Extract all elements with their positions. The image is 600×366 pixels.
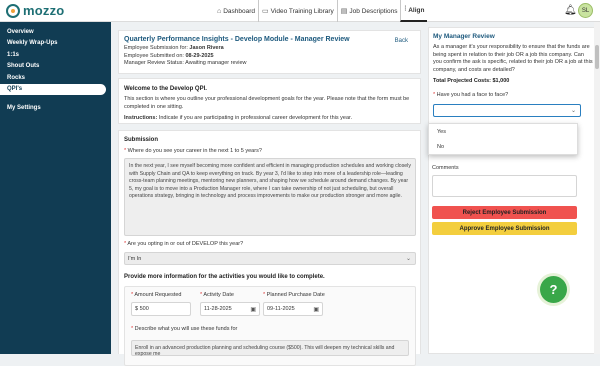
total-projected-costs: Total Projected Costs: $1,000 — [433, 78, 510, 84]
submitted-on-label: Employee Submitted on: — [124, 52, 184, 59]
review-text: As a manager it's your responsibility to… — [433, 44, 593, 73]
sidebar-item-qpis[interactable]: QPI's — [0, 83, 106, 95]
nav-video-training-library[interactable]: ▭ Video Training Library — [258, 0, 337, 22]
face-to-face-dropdown-menu: Yes No — [428, 123, 578, 155]
option-no[interactable]: No — [429, 139, 577, 154]
intro-card: Welcome to the Develop QPI. This section… — [118, 78, 421, 124]
calendar-icon[interactable]: ▣ — [250, 306, 256, 313]
scrollbar[interactable] — [594, 22, 600, 354]
nav-align-label: Align — [408, 6, 425, 14]
submission-heading: Submission — [124, 137, 159, 143]
calendar-icon[interactable]: ▣ — [313, 306, 319, 313]
bell-icon[interactable]: 🔔︎ — [564, 5, 577, 16]
amount-input[interactable]: $ 500 — [131, 302, 191, 316]
reject-submission-button[interactable]: Reject Employee Submission — [432, 206, 577, 219]
sidebar-item-overview[interactable]: Overview — [0, 26, 111, 38]
document-icon: ▤ — [340, 8, 348, 15]
face-to-face-question: * Have you had a face to face? — [433, 92, 509, 98]
instructions-label: Instructions: — [124, 115, 158, 121]
activity-date-label: * Activity Date — [200, 292, 234, 298]
submitted-on-date: 08-29-2025 — [185, 52, 214, 59]
nav-dashboard[interactable]: ⌂ Dashboard — [214, 0, 258, 22]
help-icon[interactable]: ? — [540, 276, 567, 303]
nav-dashboard-label: Dashboard — [223, 7, 256, 15]
purchase-date-input[interactable]: 09-11-2025 ▣ — [263, 302, 323, 316]
comments-label: Comments — [432, 165, 459, 171]
career-question: * Where do you see your career in the ne… — [124, 148, 262, 154]
face-to-face-question-text: Have you had a face to face? — [436, 92, 509, 98]
home-icon: ⌂ — [217, 7, 222, 15]
video-icon: ▭ — [262, 8, 269, 15]
sidebar-item-my-settings[interactable]: My Settings — [0, 102, 111, 114]
option-yes[interactable]: Yes — [429, 124, 577, 139]
intro-text: This section is where you outline your p… — [124, 96, 410, 110]
align-icon: ⫶ — [404, 6, 407, 13]
opt-select: I'm In ⌄ — [124, 252, 416, 265]
face-to-face-select[interactable]: ⌄ — [433, 104, 581, 117]
activity-date-input[interactable]: 11-28-2025 ▣ — [200, 302, 260, 316]
app-logo[interactable]: mozzo — [6, 3, 64, 18]
amount-label: * Amount Requested — [131, 292, 182, 298]
intro-instructions: Instructions: Indicate if you are partic… — [124, 115, 415, 123]
submission-for-label: Employee Submission for: — [124, 45, 188, 51]
avatar[interactable]: SL — [578, 3, 593, 18]
sidebar-item-weekly-wrap-ups[interactable]: Weekly Wrap-Ups — [0, 38, 111, 50]
purchase-date-value: 09-11-2025 — [267, 306, 295, 312]
activity-panel: * Amount Requested * Activity Date * Pla… — [124, 286, 416, 366]
opt-select-value: I'm In — [128, 255, 142, 262]
header-card: Quarterly Performance Insights - Develop… — [118, 30, 421, 74]
nav-video-label: Video Training Library — [270, 7, 334, 15]
describe-label: * Describe what you will use these funds… — [131, 326, 238, 332]
nav-job-descriptions[interactable]: ▤ Job Descriptions — [336, 0, 401, 22]
review-title: My Manager Review — [433, 33, 495, 40]
top-nav: ⌂ Dashboard ▭ Video Training Library ▤ Job … — [214, 0, 428, 22]
scrollbar-thumb[interactable] — [595, 45, 599, 69]
nav-job-label: Job Descriptions — [349, 7, 398, 15]
sidebar: Overview Weekly Wrap-Ups 1:1s Shout Outs… — [0, 22, 111, 354]
chevron-down-icon: ⌄ — [405, 256, 411, 262]
opt-question: * Are you opting in or out of DEVELOP th… — [124, 241, 244, 247]
submission-card: Submission * Where do you see your caree… — [118, 130, 421, 366]
opt-question-text: Are you opting in or out of DEVELOP this… — [127, 241, 244, 247]
status-value: Awaiting manager review — [185, 60, 247, 66]
sidebar-item-shout-outs[interactable]: Shout Outs — [0, 61, 111, 73]
logo-text: mozzo — [23, 3, 65, 18]
comments-textarea[interactable] — [432, 175, 577, 197]
activity-date-value: 11-28-2025 — [204, 306, 232, 312]
chevron-down-icon: ⌄ — [570, 108, 576, 114]
instructions-text: Indicate if you are participating in pro… — [158, 115, 353, 121]
nav-align[interactable]: ⫶ Align — [400, 0, 428, 22]
career-answer-textarea: In the next year, I see myself becoming … — [124, 158, 416, 236]
submission-meta: Employee Submission for: Jason Rivera Em… — [124, 45, 415, 68]
back-link[interactable]: Back — [395, 38, 408, 44]
page-title: Quarterly Performance Insights - Develop… — [124, 36, 350, 43]
top-bar: mozzo ⌂ Dashboard ▭ Video Training Library… — [0, 0, 600, 22]
intro-heading: Welcome to the Develop QPI. — [124, 86, 207, 92]
sidebar-item-one-on-ones[interactable]: 1:1s — [0, 49, 111, 61]
purchase-date-label: * Planned Purchase Date — [263, 292, 325, 298]
sidebar-item-rocks[interactable]: Rocks — [0, 72, 111, 84]
career-question-text: Where do you see your career in the next… — [127, 148, 262, 154]
activities-heading: Provide more information for the activit… — [124, 274, 325, 280]
status-label: Manager Review Status: — [124, 60, 184, 66]
employee-name: Jason Rivera — [189, 45, 224, 51]
logo-icon — [6, 3, 20, 18]
approve-submission-button[interactable]: Approve Employee Submission — [432, 222, 577, 235]
